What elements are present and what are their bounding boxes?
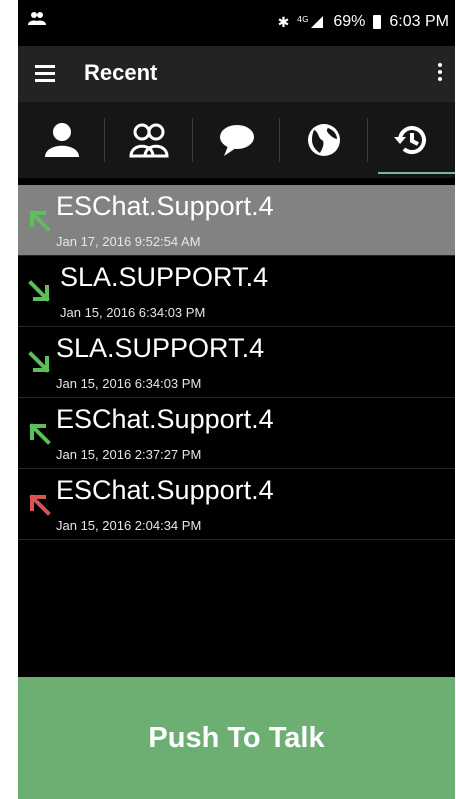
arrow-stroke	[28, 351, 50, 373]
arrow-stroke	[29, 423, 51, 445]
contacts-notification-icon	[28, 10, 46, 31]
svg-text:4G: 4G	[297, 15, 308, 24]
page-title: Recent	[84, 60, 158, 85]
contact-name: ESChat.Support.4	[56, 404, 274, 434]
list-item[interactable]: ESChat.Support.4 Jan 17, 2016 9:52:54 AM	[18, 185, 455, 256]
outgoing-call-icon	[29, 423, 51, 445]
arrow-stroke	[28, 280, 50, 302]
call-timestamp: Jan 17, 2016 9:52:54 AM	[56, 234, 201, 249]
arrow-stroke	[29, 210, 51, 232]
recent-calls-list: ESChat.Support.4 Jan 17, 2016 9:52:54 AM…	[18, 185, 455, 540]
globe-icon	[307, 124, 340, 156]
app-bar: Recent	[18, 46, 455, 102]
list-item[interactable]: ESChat.Support.4 Jan 15, 2016 2:37:27 PM	[18, 398, 455, 469]
contact-name: SLA.SUPPORT.4	[56, 333, 265, 363]
call-timestamp: Jan 15, 2016 6:34:03 PM	[60, 305, 206, 320]
tab-bar	[18, 102, 455, 178]
contact-name: ESChat.Support.4	[56, 191, 274, 221]
list-item[interactable]: SLA.SUPPORT.4 Jan 15, 2016 6:34:03 PM	[18, 327, 455, 398]
bluetooth-icon: ✱	[277, 13, 290, 30]
list-item[interactable]: ESChat.Support.4 Jan 15, 2016 2:04:34 PM	[18, 469, 455, 540]
contact-name: SLA.SUPPORT.4	[60, 262, 269, 292]
incoming-call-icon	[28, 280, 50, 302]
tab-messages[interactable]	[193, 102, 281, 178]
tab-recent[interactable]	[368, 102, 455, 178]
incoming-call-icon	[28, 351, 50, 373]
call-timestamp: Jan 15, 2016 6:34:03 PM	[56, 376, 202, 391]
clock: 6:03 PM	[389, 13, 449, 30]
more-vert-icon[interactable]	[437, 63, 443, 85]
contact-icon	[44, 123, 79, 157]
contact-name: ESChat.Support.4	[56, 475, 274, 505]
battery-icon	[373, 15, 382, 29]
missed-call-icon	[29, 494, 51, 516]
signal-icon: 4G	[297, 14, 325, 31]
call-timestamp: Jan 15, 2016 2:04:34 PM	[56, 518, 202, 533]
arrow-stroke	[29, 494, 51, 516]
status-bar: ✱ 4G 69% 6:03 PM	[18, 0, 455, 46]
chat-icon	[219, 125, 254, 156]
tab-world[interactable]	[280, 102, 369, 178]
call-timestamp: Jan 15, 2016 2:37:27 PM	[56, 447, 202, 462]
tab-groups[interactable]	[105, 102, 194, 178]
history-icon	[394, 126, 427, 155]
phone-screen: ✱ 4G 69% 6:03 PM Recent ESChat.Support.4…	[18, 0, 455, 799]
hamburger-menu-icon[interactable]	[35, 63, 57, 83]
list-item[interactable]: SLA.SUPPORT.4 Jan 15, 2016 6:34:03 PM	[18, 256, 455, 327]
group-icon	[129, 123, 169, 158]
tab-contacts[interactable]	[18, 102, 106, 178]
outgoing-call-icon	[29, 210, 51, 232]
battery-percent: 69%	[333, 13, 366, 30]
push-to-talk-button[interactable]: Push To Talk	[18, 677, 455, 799]
